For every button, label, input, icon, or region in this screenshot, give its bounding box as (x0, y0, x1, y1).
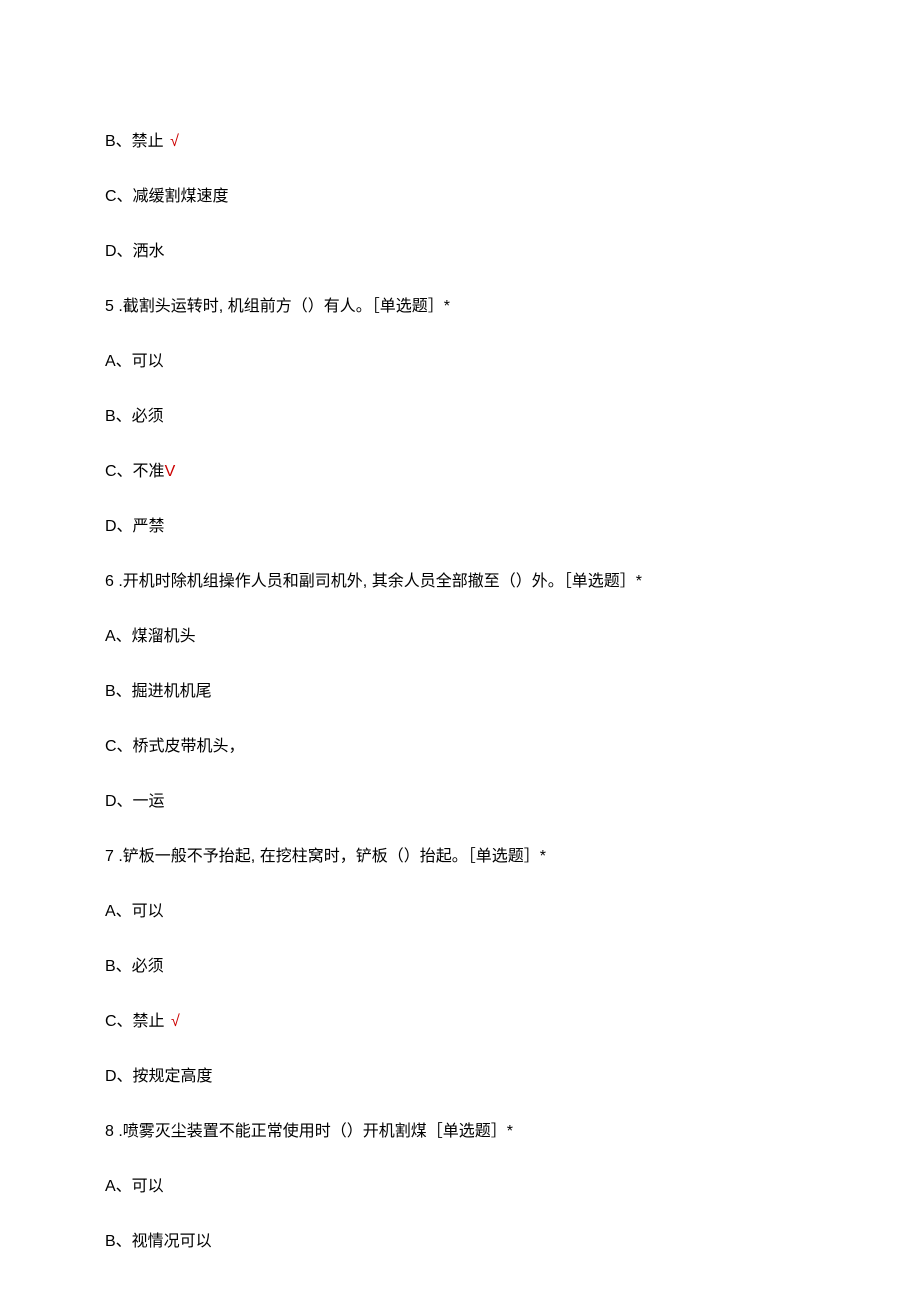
q7-option-d: D、按规定高度 (105, 1068, 213, 1085)
q8-option-a: A、可以 (105, 1178, 164, 1195)
q7-text: .铲板一般不予抬起, 在挖柱窝时，铲板（）抬起。［单选题］* (114, 848, 546, 865)
q6-option-c: C、桥式皮带机头， (105, 738, 245, 755)
option-line: B、视情况可以 (105, 1230, 815, 1254)
q6-option-d: D、一运 (105, 793, 165, 810)
option-line: C、不准V (105, 460, 815, 484)
question-8: 8 .喷雾灭尘装置不能正常使用时（）开机割煤［单选题］* (105, 1120, 815, 1144)
q5-option-d: D、严禁 (105, 518, 165, 535)
q5-text: .截割头运转时, 机组前方（）有人。［单选题］* (114, 298, 450, 315)
question-7: 7 .铲板一般不予抬起, 在挖柱窝时，铲板（）抬起。［单选题］* (105, 845, 815, 869)
q8-text: .喷雾灭尘装置不能正常使用时（）开机割煤［单选题］* (114, 1123, 513, 1140)
q5-num: 5 (105, 298, 114, 315)
q6-text: .开机时除机组操作人员和副司机外, 其余人员全部撤至（）外。［单选题］* (114, 573, 642, 590)
option-line: A、可以 (105, 900, 815, 924)
q8-option-b: B、视情况可以 (105, 1233, 212, 1250)
option-line: B、必须 (105, 405, 815, 429)
q4-option-b: B、禁止 (105, 133, 164, 150)
option-line: A、可以 (105, 1175, 815, 1199)
option-line: A、煤溜机头 (105, 625, 815, 649)
option-line: B、必须 (105, 955, 815, 979)
q6-option-a: A、煤溜机头 (105, 628, 196, 645)
check-mark-icon: √ (166, 133, 179, 150)
check-mark-icon: V (165, 463, 176, 480)
q7-option-a: A、可以 (105, 903, 164, 920)
option-line: C、减缓割煤速度 (105, 185, 815, 209)
q6-num: 6 (105, 573, 114, 590)
option-line: C、禁止 √ (105, 1010, 815, 1034)
q5-option-c: C、不准 (105, 463, 165, 480)
q8-num: 8 (105, 1123, 114, 1140)
q7-option-c: C、禁止 (105, 1013, 165, 1030)
option-line: B、禁止 √ (105, 130, 815, 154)
q6-option-b: B、掘进机机尾 (105, 683, 212, 700)
question-5: 5 .截割头运转时, 机组前方（）有人。［单选题］* (105, 295, 815, 319)
option-line: B、掘进机机尾 (105, 680, 815, 704)
q5-option-a: A、可以 (105, 353, 164, 370)
option-line: D、洒水 (105, 240, 815, 264)
check-mark-icon: √ (167, 1013, 180, 1030)
option-line: C、桥式皮带机头， (105, 735, 815, 759)
q7-num: 7 (105, 848, 114, 865)
option-line: A、可以 (105, 350, 815, 374)
option-line: D、按规定高度 (105, 1065, 815, 1089)
q4-option-c: C、减缓割煤速度 (105, 188, 229, 205)
q4-option-d: D、洒水 (105, 243, 165, 260)
q5-option-b: B、必须 (105, 408, 164, 425)
option-line: D、一运 (105, 790, 815, 814)
q7-option-b: B、必须 (105, 958, 164, 975)
option-line: D、严禁 (105, 515, 815, 539)
question-6: 6 .开机时除机组操作人员和副司机外, 其余人员全部撤至（）外。［单选题］* (105, 570, 815, 594)
